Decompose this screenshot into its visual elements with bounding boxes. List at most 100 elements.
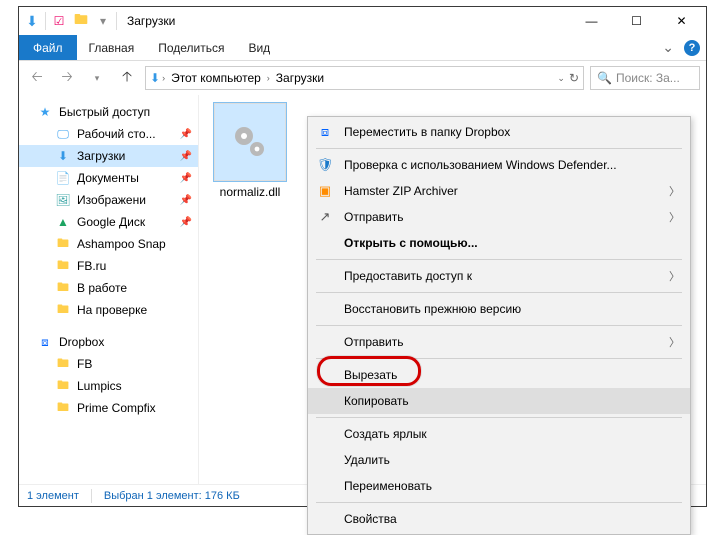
menu-item-label: Hamster ZIP Archiver [344,184,659,198]
menu-separator [316,148,682,149]
help-icon[interactable]: ? [684,40,700,56]
ribbon-expand-icon[interactable]: ⌄ [662,39,674,56]
separator [45,12,46,30]
ribbon-tab-view[interactable]: Вид [236,35,282,60]
sidebar-item[interactable]: ▲Google Диск📌 [19,211,198,233]
qa-newfolder-icon[interactable]: 🖿 [70,10,92,32]
address-dropdown-icon[interactable]: ⌄ [557,73,565,84]
file-thumbnail [214,103,286,181]
refresh-icon[interactable]: ↻ [569,71,579,85]
menu-item[interactable]: Вырезать [308,362,690,388]
ribbon: Файл Главная Поделиться Вид ⌄ ? [19,35,706,61]
menu-separator [316,259,682,260]
folder-icon: 🖿 [55,356,71,372]
nav-forward-button[interactable]: 🡢 [55,66,79,90]
menu-item-label: Открыть с помощью... [344,236,680,250]
qa-downloads-icon[interactable]: ⬇ [21,10,43,32]
menu-item[interactable]: Открыть с помощью... [308,230,690,256]
dropbox-icon: ⧈ [316,123,334,141]
menu-item-label: Отправить [344,335,659,349]
sidebar-item[interactable]: 🖿 Prime Compfix [19,397,198,419]
chevron-right-icon[interactable]: › [267,73,270,83]
sidebar-item[interactable]: 🖿На проверке [19,299,198,321]
chevron-right-icon: 〉 [669,183,680,199]
sidebar-item[interactable]: 🖿Ashampoo Snap [19,233,198,255]
desktop-icon: 🖵 [55,126,71,142]
menu-item-label: Создать ярлык [344,427,680,441]
menu-item-label: Удалить [344,453,680,467]
menu-item[interactable]: Копировать [308,388,690,414]
menu-item[interactable]: Предоставить доступ к〉 [308,263,690,289]
breadcrumb-root[interactable]: Этот компьютер [167,71,265,85]
menu-separator [316,292,682,293]
close-button[interactable]: ✕ [659,7,704,35]
chevron-right-icon[interactable]: › [162,73,165,83]
menu-item[interactable]: Создать ярлык [308,421,690,447]
sidebar-item[interactable]: ⬇Загрузки📌 [19,145,198,167]
sidebar-item-label: FB [77,357,92,371]
ribbon-tab-home[interactable]: Главная [77,35,147,60]
blank-icon [316,510,334,528]
sidebar-label: Dropbox [59,335,104,349]
separator [116,12,117,30]
address-bar[interactable]: ⬇ › Этот компьютер › Загрузки ⌄ ↻ [145,66,584,90]
pin-icon: 📌 [180,129,192,140]
qa-properties-icon[interactable]: ☑ [48,10,70,32]
sidebar-item[interactable]: 🖼Изображени📌 [19,189,198,211]
sidebar-item[interactable]: 📄Документы📌 [19,167,198,189]
blank-icon [316,477,334,495]
pin-icon: 📌 [180,217,192,228]
window-title: Загрузки [127,14,175,28]
folder-icon: 🖿 [55,400,71,416]
menu-item[interactable]: Удалить [308,447,690,473]
sidebar-item[interactable]: 🖿 FB.ru [19,255,198,277]
menu-item[interactable]: Переименовать [308,473,690,499]
menu-item-label: Вырезать [344,368,680,382]
sidebar-item-label: Lumpics [77,379,122,393]
menu-item[interactable]: ↗Отправить〉 [308,204,690,230]
menu-separator [316,502,682,503]
nav-recent-icon[interactable]: ▾ [85,66,109,90]
minimize-button[interactable]: — [569,7,614,35]
ribbon-file-tab[interactable]: Файл [19,35,77,60]
menu-item[interactable]: 🛡Проверка с использованием Windows Defen… [308,152,690,178]
search-input[interactable]: 🔍 Поиск: За... [590,66,700,90]
menu-item[interactable]: Свойства [308,506,690,532]
blank-icon [316,425,334,443]
menu-item-label: Отправить [344,210,659,224]
nav-back-button[interactable]: 🡠 [25,66,49,90]
file-item[interactable]: normaliz.dll [207,103,293,199]
maximize-button[interactable]: ☐ [614,7,659,35]
sidebar-item-label: Изображени [77,193,146,207]
menu-item[interactable]: ⧈Переместить в папку Dropbox [308,119,690,145]
sidebar-item-label: Загрузки [77,149,125,163]
sidebar-item-label: FB.ru [77,259,106,273]
menu-item[interactable]: ▣Hamster ZIP Archiver〉 [308,178,690,204]
menu-item[interactable]: Восстановить прежнюю версию [308,296,690,322]
menu-item-label: Свойства [344,512,680,526]
menu-separator [316,325,682,326]
qa-customize-icon[interactable]: ▾ [92,10,114,32]
menu-item[interactable]: Отправить 〉 [308,329,690,355]
pin-icon: 📌 [180,173,192,184]
sidebar-item[interactable]: 🖿 Lumpics [19,375,198,397]
pin-icon: 📌 [180,195,192,206]
sidebar-item[interactable]: 🖿В работе [19,277,198,299]
chevron-right-icon: 〉 [669,209,680,225]
menu-item-label: Проверка с использованием Windows Defend… [344,158,680,172]
sidebar-item[interactable]: 🖿 FB [19,353,198,375]
blank-icon [316,234,334,252]
sidebar-dropbox[interactable]: ⧈ Dropbox [19,331,198,353]
chevron-right-icon: 〉 [669,334,680,350]
ribbon-tab-share[interactable]: Поделиться [146,35,236,60]
sidebar-item[interactable]: 🖵Рабочий сто...📌 [19,123,198,145]
breadcrumb-current[interactable]: Загрузки [272,71,328,85]
sidebar-item-label: Prime Compfix [77,401,156,415]
sidebar-quick-access[interactable]: ★ Быстрый доступ [19,101,198,123]
folder-icon: 🖿 [55,258,71,274]
chevron-right-icon: 〉 [669,268,680,284]
blank-icon [316,392,334,410]
nav-up-button[interactable]: 🡡 [115,66,139,90]
context-menu: ⧈Переместить в папку Dropbox 🛡Проверка с … [307,116,691,535]
folder-icon: 🖿 [55,378,71,394]
